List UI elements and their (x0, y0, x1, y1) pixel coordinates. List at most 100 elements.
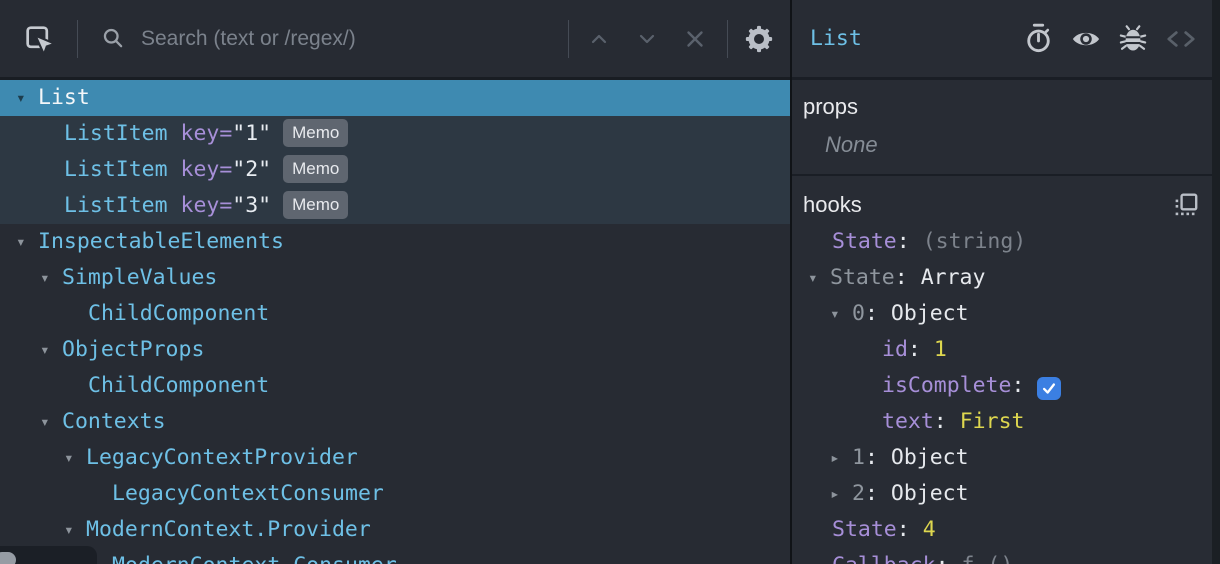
expander-icon[interactable]: ▾ (40, 404, 62, 440)
hook-colon: : (864, 301, 878, 326)
key-attribute-name: key= (167, 193, 233, 218)
hook-name: 0 (852, 301, 865, 326)
component-name: ListItem (64, 193, 168, 218)
hook-name: Callback (832, 553, 936, 564)
expander-icon[interactable]: ▾ (64, 512, 86, 548)
hook-name: State (830, 265, 895, 290)
vertical-scrollbar-track[interactable] (1212, 0, 1220, 564)
tree-row-listitem[interactable]: ListItem key="2" Memo (0, 152, 790, 188)
horizontal-scrollbar-thumb[interactable] (0, 552, 16, 564)
component-name: LegacyContextConsumer (112, 481, 384, 506)
hook-row-text[interactable]: text: First (792, 404, 1212, 440)
component-tree[interactable]: ▾ List ListItem key="1" Memo ListItem key="2… (0, 80, 790, 564)
hook-name: 2 (852, 481, 865, 506)
hook-row-iscomplete[interactable]: isComplete: (792, 368, 1212, 404)
tree-row-childcomponent[interactable]: ChildComponent (0, 296, 790, 332)
tree-row-simplevalues[interactable]: ▾ SimpleValues (0, 260, 790, 296)
inspect-cursor-icon (26, 25, 56, 56)
hook-row-id[interactable]: id: 1 (792, 332, 1212, 368)
component-name: ListItem (64, 121, 168, 146)
expander-icon[interactable]: ▾ (40, 332, 62, 368)
horizontal-scrollbar-track[interactable] (0, 546, 97, 564)
expander-icon[interactable]: ▾ (16, 224, 38, 260)
code-brackets-icon (1167, 30, 1195, 47)
tree-row-listitem[interactable]: ListItem key="1" Memo (0, 116, 790, 152)
hook-value: ƒ () (962, 553, 1014, 564)
tree-row-moderncontext.consumer[interactable]: ModernContext.Consumer (0, 548, 790, 564)
expander-icon[interactable]: ▸ (830, 440, 852, 476)
hook-row-1[interactable]: ▸ 1: Object (792, 440, 1212, 476)
tree-row-objectprops[interactable]: ▾ ObjectProps (0, 332, 790, 368)
search-input[interactable] (141, 26, 568, 51)
memo-badge: Memo (283, 119, 349, 147)
hook-row-0[interactable]: ▾ 0: Object (792, 296, 1212, 332)
expander-icon[interactable]: ▾ (64, 440, 86, 476)
suspend-toggle-button[interactable] (1024, 23, 1053, 54)
parse-hook-names-button[interactable] (1174, 192, 1200, 218)
hook-colon: : (933, 409, 947, 434)
tree-row-contexts[interactable]: ▾ Contexts (0, 404, 790, 440)
inspect-element-button[interactable] (21, 21, 57, 57)
close-icon (687, 30, 703, 47)
hook-value: Object (890, 301, 969, 326)
hook-colon: : (936, 553, 949, 564)
tree-row-legacycontextprovider[interactable]: ▾ LegacyContextProvider (0, 440, 790, 476)
hook-row-state[interactable]: ▾ State: Array (792, 260, 1212, 296)
log-component-button[interactable] (1119, 24, 1147, 54)
component-name: ChildComponent (88, 373, 270, 398)
component-name: ObjectProps (62, 337, 205, 362)
component-name: SimpleValues (62, 265, 218, 290)
load-hook-names-icon (1175, 193, 1198, 216)
hook-name: text (882, 409, 934, 434)
hooks-list: State: (string) ▾ State: Array ▾ 0: Object id: 1 i… (792, 224, 1212, 564)
chevron-up-icon (591, 34, 607, 43)
hook-row-state[interactable]: State: 4 (792, 512, 1212, 548)
props-section-label: props (803, 94, 859, 119)
hook-colon: : (864, 481, 878, 506)
view-source-button[interactable] (1164, 25, 1198, 53)
key-attribute-name: key= (167, 121, 233, 146)
hook-colon: : (894, 265, 908, 290)
checked-checkbox[interactable] (1037, 377, 1062, 400)
hook-value: 4 (922, 517, 936, 542)
component-name: ModernContext.Provider (86, 517, 371, 542)
tree-row-list[interactable]: ▾ List (0, 80, 790, 116)
search-prev-button[interactable] (575, 19, 623, 59)
hook-value: (string) (922, 229, 1027, 254)
expander-icon[interactable]: ▸ (830, 476, 852, 512)
tree-row-moderncontext.provider[interactable]: ▾ ModernContext.Provider (0, 512, 790, 548)
hook-row-2[interactable]: ▸ 2: Object (792, 476, 1212, 512)
component-name: InspectableElements (38, 229, 284, 254)
inspect-dom-button[interactable] (1070, 24, 1102, 54)
toolbar-divider (77, 19, 78, 58)
hooks-section: hooks State: (string) ▾ State: Array ▾ 0: Obje (792, 176, 1212, 564)
component-name: LegacyContextProvider (86, 445, 358, 470)
expander-icon[interactable]: ▾ (40, 260, 62, 296)
expander-icon[interactable]: ▾ (16, 80, 38, 116)
component-name: List (38, 85, 90, 110)
tree-row-legacycontextconsumer[interactable]: LegacyContextConsumer (0, 476, 790, 512)
hook-value: Array (920, 265, 986, 290)
tree-row-childcomponent[interactable]: ChildComponent (0, 368, 790, 404)
hook-row-callback[interactable]: Callback: ƒ () (792, 548, 1212, 564)
props-section: props None (792, 80, 1212, 176)
props-empty-value: None (825, 132, 878, 157)
component-name: Contexts (62, 409, 166, 434)
memo-badge: Memo (283, 155, 349, 183)
details-header: List (792, 0, 1212, 80)
hook-row-state[interactable]: State: (string) (792, 224, 1212, 260)
hook-value: First (959, 409, 1025, 434)
tree-row-listitem[interactable]: ListItem key="3" Memo (0, 188, 790, 224)
settings-button[interactable] (728, 17, 790, 61)
expander-icon[interactable]: ▾ (808, 260, 830, 296)
tree-row-inspectableelements[interactable]: ▾ InspectableElements (0, 224, 790, 260)
search-clear-button[interactable] (671, 19, 719, 59)
react-devtools-components-panel: ▾ListListItem key="1"MemoListItem key="2… (0, 0, 1220, 564)
stopwatch-icon (1027, 23, 1050, 53)
hook-name: State (832, 229, 897, 254)
key-attribute-value: "1" (232, 121, 272, 146)
component-name: ModernContext.Consumer (112, 553, 397, 564)
search-next-button[interactable] (623, 19, 671, 59)
expander-icon[interactable]: ▾ (830, 296, 852, 332)
hook-name: State (832, 517, 897, 542)
